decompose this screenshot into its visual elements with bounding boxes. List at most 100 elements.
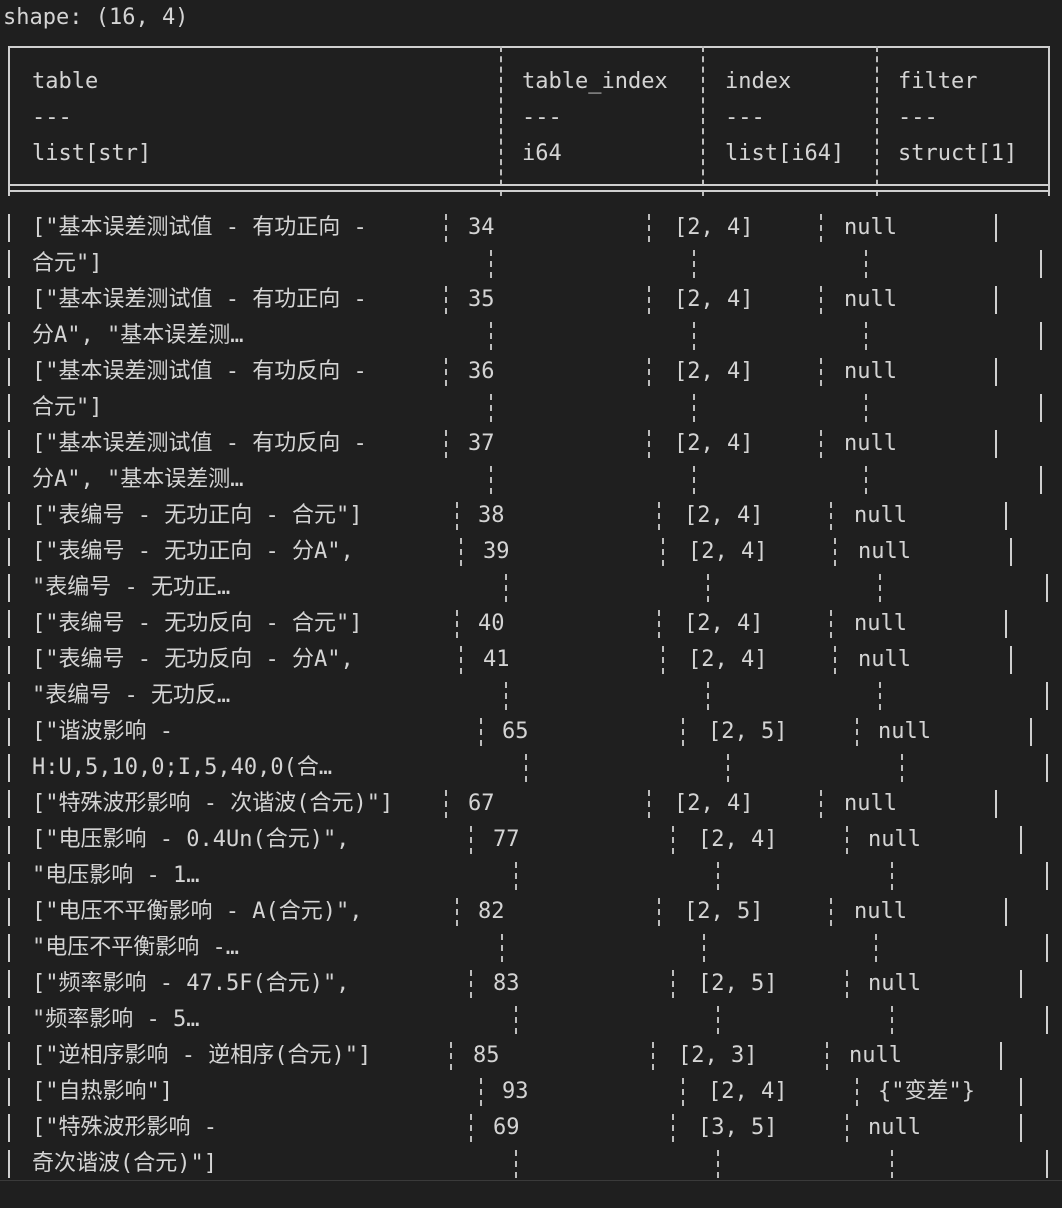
bottom-divider [0,1180,1062,1181]
cell-table: ["表编号 - 无功反向 - 分A", [32,647,354,672]
cell-filter: null [878,719,931,744]
cell-divider [1040,250,1042,278]
cell-divider [515,1006,517,1034]
cell-divider [658,502,660,530]
row-left-border [8,394,10,422]
cell-divider [820,286,822,314]
cell-divider [717,1006,719,1034]
row-left-border [8,1006,10,1034]
row-left-border [8,1114,10,1142]
cell-index: [2, 4] [698,827,778,852]
cell-divider [865,250,867,278]
cell-divider [1020,1114,1022,1142]
cell-filter: null [844,791,897,816]
row-left-border [8,466,10,494]
cell-table: ["基本误差测试值 - 有功正向 - [32,287,367,312]
cell-divider [820,790,822,818]
cell-divider [891,1006,893,1034]
column-header-sep: --- [898,105,938,130]
cell-divider [445,214,447,242]
cell-divider [662,538,664,566]
cell-index: [2, 4] [674,287,754,312]
cell-divider [846,970,848,998]
column-header-name: table_index [522,69,668,94]
cell-divider [658,898,660,926]
cell-filter: null [868,971,921,996]
cell-divider [682,1078,684,1106]
cell-divider [490,250,492,278]
cell-divider [470,826,472,854]
cell-divider [1010,538,1012,566]
row-left-border [8,790,10,818]
row-left-border [8,574,10,602]
cell-divider [820,430,822,458]
cell-divider [1040,322,1042,350]
cell-divider [515,862,517,890]
terminal-output: shape: (16, 4) table --- list[str] table_in… [0,0,1062,1208]
row-left-border [8,1150,10,1178]
cell-filter: null [854,899,907,924]
cell-filter: null [858,539,911,564]
cell-divider [1005,898,1007,926]
cell-divider [456,898,458,926]
cell-table: "电压影响 - 1… [32,863,200,888]
cell-divider [856,718,858,746]
cell-divider [727,754,729,782]
cell-divider [901,754,903,782]
cell-divider [891,862,893,890]
cell-divider [875,934,877,962]
row-left-border [8,1078,10,1106]
cell-index: [2, 5] [708,719,788,744]
cell-filter: null [844,215,897,240]
cell-divider [456,610,458,638]
cell-filter: null [844,287,897,312]
table-top-border [8,46,1050,48]
row-left-border [8,934,10,962]
cell-filter: null [844,359,897,384]
row-left-border [8,754,10,782]
cell-table: ["电压影响 - 0.4Un(合元)", [32,827,350,852]
row-left-border [8,1042,10,1070]
cell-divider [501,934,503,962]
column-header-sep: --- [725,105,765,130]
cell-table: ["电压不平衡影响 - A(合元)", [32,899,363,924]
cell-table: ["表编号 - 无功反向 - 合元"] [32,611,363,636]
cell-divider [865,466,867,494]
cell-table: "表编号 - 无功正… [32,575,231,600]
row-left-border [8,898,10,926]
cell-divider [891,1150,893,1178]
cell-divider [1000,1042,1002,1070]
row-left-border [8,610,10,638]
cell-divider [879,682,881,710]
cell-divider [995,790,997,818]
cell-table-index: 34 [468,215,495,240]
column-header-dtype: list[str] [32,141,152,166]
cell-table-index: 83 [493,971,520,996]
cell-index: [2, 4] [688,539,768,564]
cell-divider [682,718,684,746]
cell-table-index: 37 [468,431,495,456]
cell-divider [1020,970,1022,998]
row-left-border [8,862,10,890]
cell-divider [450,1042,452,1070]
cell-divider [995,214,997,242]
column-divider [876,46,878,196]
cell-divider [846,826,848,854]
cell-divider [515,1150,517,1178]
cell-divider [456,502,458,530]
cell-divider [826,1042,828,1070]
cell-table: 合元"] [32,395,103,420]
cell-divider [1005,502,1007,530]
cell-divider [1046,862,1048,890]
cell-divider [1046,574,1048,602]
cell-divider [1020,1078,1022,1106]
cell-divider [490,466,492,494]
cell-divider [703,934,705,962]
cell-divider [470,1114,472,1142]
header-separator-2 [8,190,1050,192]
column-header-sep: --- [522,105,562,130]
cell-index: [2, 5] [684,899,764,924]
cell-table-index: 40 [478,611,505,636]
cell-table: "频率影响 - 5… [32,1007,200,1032]
cell-divider [879,574,881,602]
